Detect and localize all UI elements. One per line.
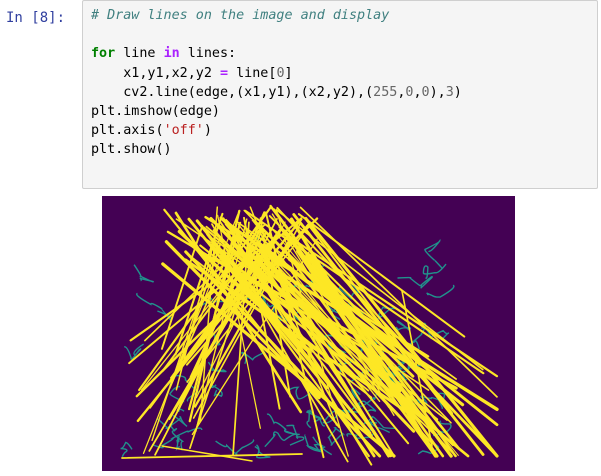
code-line: plt.imshow(edge) <box>91 103 220 119</box>
code-line: cv2.line(edge,(x1,y1),(x2,y2),(255,0,0),… <box>91 84 462 100</box>
code-line: for line in lines: <box>91 46 237 62</box>
code-line: plt.show() <box>91 142 172 158</box>
edge-lines-plot <box>102 196 515 471</box>
code-line: x1,y1,x2,y2 = line[0] <box>91 65 293 81</box>
code-line: plt.axis('off') <box>91 123 212 139</box>
code-line: # Draw lines on the image and display <box>91 8 390 23</box>
input-prompt: In [8]: <box>6 10 66 26</box>
notebook-cell: In [8]: # Draw lines on the image and di… <box>0 0 601 476</box>
code-input-area[interactable]: # Draw lines on the image and display fo… <box>82 0 598 189</box>
code-editor[interactable]: # Draw lines on the image and display fo… <box>83 1 597 160</box>
output-image <box>102 196 515 471</box>
